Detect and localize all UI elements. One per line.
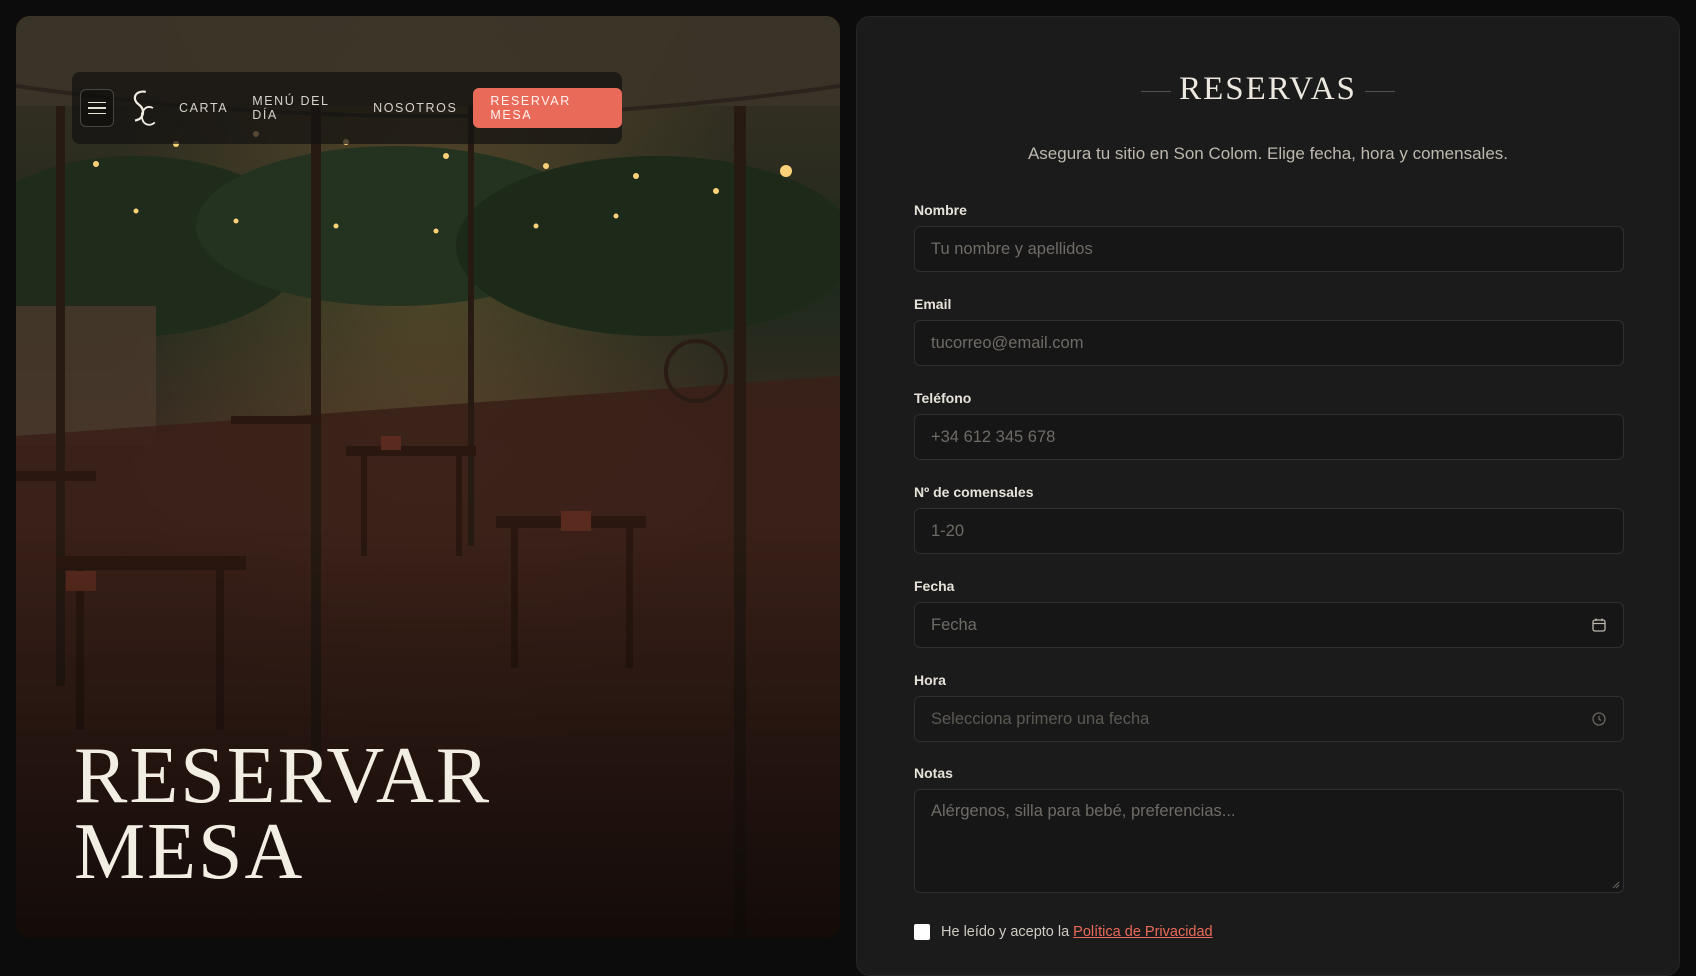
fecha-input[interactable]: Fecha: [914, 602, 1624, 648]
fecha-label: Fecha: [914, 578, 955, 594]
hero-title-line-1: RESERVAR: [74, 732, 492, 820]
notas-placeholder: Alérgenos, silla para bebé, preferencias…: [931, 802, 1236, 820]
nav-link-nosotros[interactable]: NOSOTROS: [373, 101, 457, 115]
menu-button[interactable]: [80, 89, 115, 127]
logo-icon[interactable]: [126, 86, 157, 130]
email-input[interactable]: tucorreo@email.com: [914, 320, 1624, 366]
hamburger-icon: [88, 107, 107, 109]
fecha-placeholder: Fecha: [931, 615, 977, 634]
privacy-policy-link[interactable]: Política de Privacidad: [1073, 924, 1212, 940]
telefono-input[interactable]: +34 612 345 678: [914, 414, 1624, 460]
privacy-checkbox[interactable]: [914, 924, 930, 940]
comensales-input[interactable]: 1-20: [914, 508, 1624, 554]
calendar-icon[interactable]: [1591, 617, 1607, 633]
hora-input[interactable]: Selecciona primero una fecha: [914, 696, 1624, 742]
hamburger-icon: [88, 101, 107, 104]
consent-text: He leído y acepto la: [941, 924, 1070, 940]
hora-placeholder: Selecciona primero una fecha: [931, 709, 1150, 728]
hero-image: CARTA MENÚ DEL DÍA NOSOTROS RESERVAR MES…: [16, 16, 840, 938]
heading-rule-right: [1365, 91, 1395, 92]
privacy-consent: He leído y acepto la Política de Privaci…: [914, 924, 1213, 940]
resize-handle-icon[interactable]: [1612, 881, 1620, 889]
telefono-placeholder: +34 612 345 678: [931, 427, 1056, 446]
nombre-label: Nombre: [914, 202, 967, 218]
notas-label: Notas: [914, 765, 953, 781]
email-label: Email: [914, 296, 952, 312]
reservation-form-panel: RESERVAS Asegura tu sitio en Son Colom. …: [856, 16, 1680, 976]
hamburger-icon: [88, 112, 107, 115]
hero-title-line-2: MESA: [74, 808, 305, 896]
form-subtitle: Asegura tu sitio en Son Colom. Elige fec…: [1027, 144, 1509, 163]
telefono-label: Teléfono: [914, 390, 972, 406]
notas-textarea[interactable]: Alérgenos, silla para bebé, preferencias…: [914, 789, 1624, 893]
nombre-placeholder: Tu nombre y apellidos: [931, 239, 1093, 258]
top-navbar: CARTA MENÚ DEL DÍA NOSOTROS RESERVAR MES…: [72, 72, 622, 144]
comensales-placeholder: 1-20: [931, 521, 965, 540]
clock-icon: [1592, 712, 1606, 726]
hero-title: RESERVAR MESA: [74, 732, 492, 896]
reservar-mesa-button[interactable]: RESERVAR MESA: [473, 88, 622, 128]
hora-label: Hora: [914, 672, 946, 688]
comensales-label: Nº de comensales: [914, 484, 1034, 500]
nav-link-carta[interactable]: CARTA: [179, 101, 228, 115]
email-placeholder: tucorreo@email.com: [931, 333, 1084, 352]
nav-link-menu-del-dia[interactable]: MENÚ DEL DÍA: [252, 94, 349, 122]
form-heading: RESERVAS: [1179, 71, 1357, 107]
nombre-input[interactable]: Tu nombre y apellidos: [914, 226, 1624, 272]
